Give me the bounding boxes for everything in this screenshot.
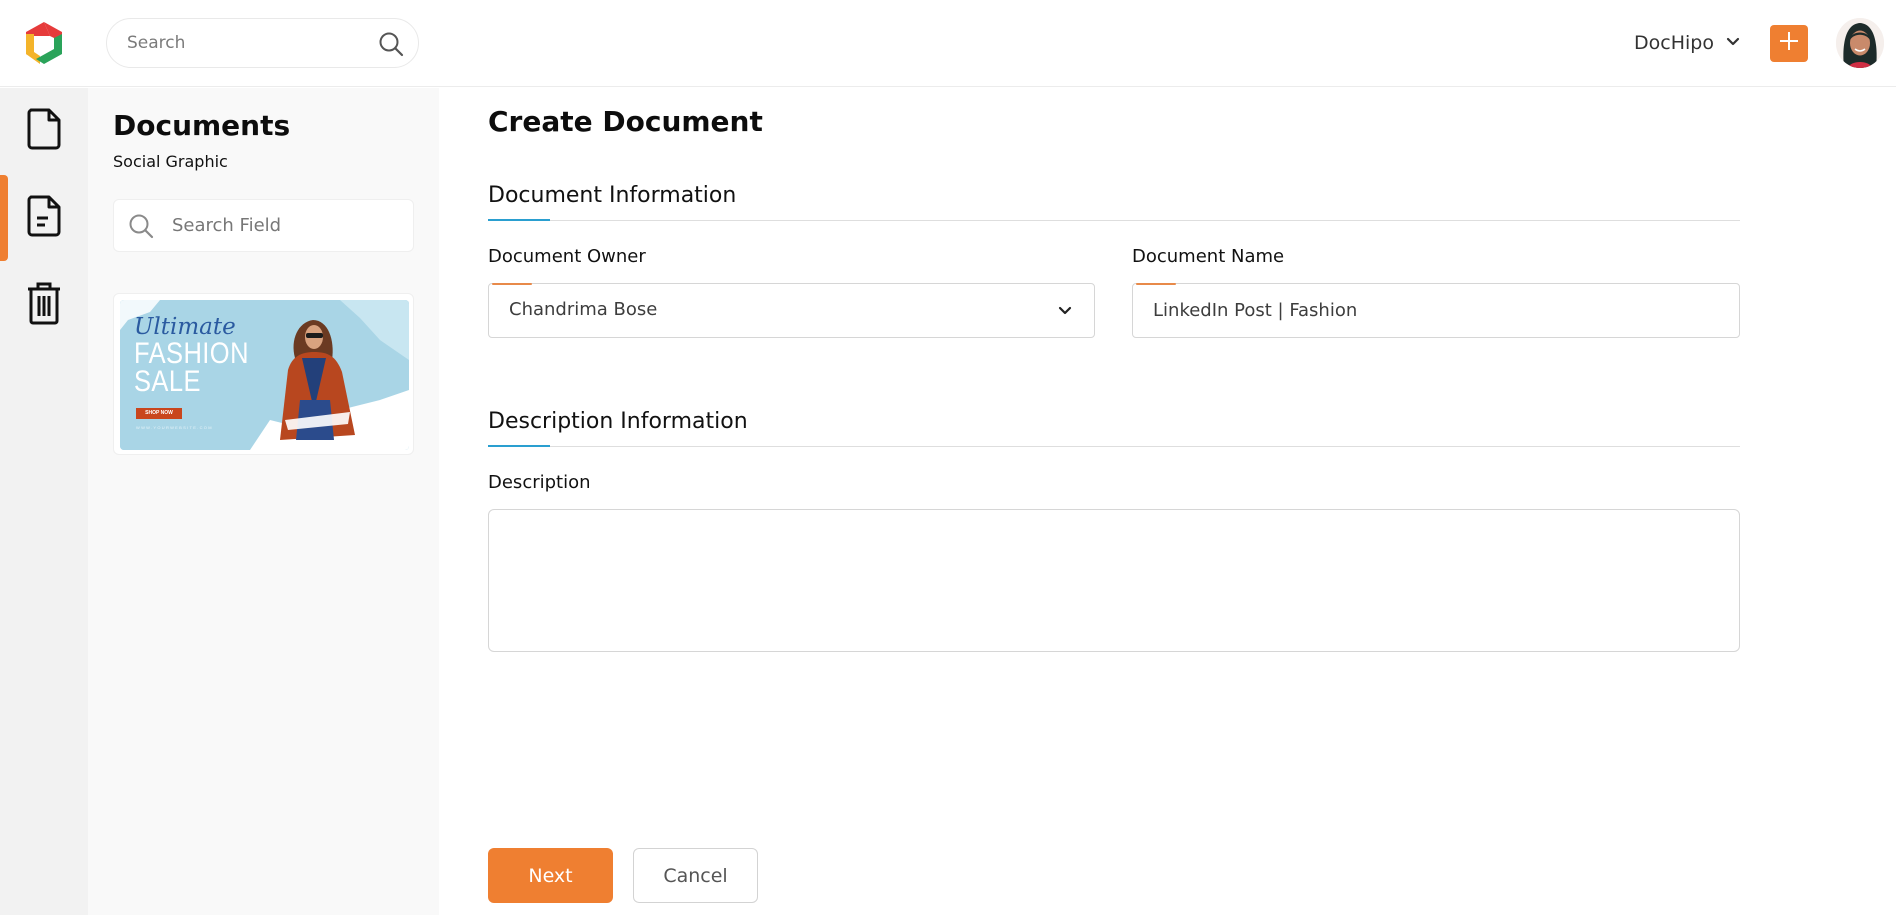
description-textarea[interactable] <box>489 510 1739 651</box>
search-icon[interactable] <box>378 31 404 57</box>
create-document-form: Create Document Document Information Doc… <box>440 88 1896 915</box>
rail-item-documents[interactable] <box>0 88 88 174</box>
description-label: Description <box>488 472 591 493</box>
account-name: DocHipo <box>1634 32 1714 54</box>
file-text-icon <box>26 195 62 242</box>
next-button[interactable]: Next <box>488 848 613 903</box>
section-heading: Document Information <box>488 183 737 208</box>
document-thumbnail-card[interactable]: Ultimate FASHION SALE SHOP NOW WWW.YOURW… <box>113 293 414 455</box>
thumbnail-url: WWW.YOURWEBSITE.COM <box>136 425 213 430</box>
global-search-input[interactable] <box>127 19 367 67</box>
chevron-down-icon <box>1058 304 1072 318</box>
thumbnail-cta: SHOP NOW <box>136 408 182 419</box>
section-document-information: Document Information <box>488 181 1740 221</box>
search-icon <box>128 213 154 239</box>
plus-icon <box>1779 31 1799 56</box>
section-heading: Description Information <box>488 409 748 434</box>
description-field <box>488 509 1740 652</box>
chevron-down-icon <box>1726 34 1740 52</box>
file-icon <box>26 108 62 155</box>
page-title: Create Document <box>488 105 763 138</box>
document-owner-value: Chandrima Bose <box>509 299 658 320</box>
user-avatar[interactable] <box>1836 18 1884 68</box>
thumbnail-headline: FASHION SALE <box>134 337 249 398</box>
document-owner-label: Document Owner <box>488 246 646 267</box>
documents-panel: Documents Social Graphic Ultimate <box>88 88 439 915</box>
account-menu[interactable]: DocHipo <box>1634 28 1740 58</box>
document-thumbnail: Ultimate FASHION SALE SHOP NOW WWW.YOURW… <box>120 300 409 450</box>
dochipo-logo-icon[interactable] <box>22 20 66 66</box>
add-button[interactable] <box>1770 25 1808 62</box>
global-search <box>106 18 419 68</box>
document-name-label: Document Name <box>1132 246 1285 267</box>
top-bar: DocHipo <box>0 0 1896 87</box>
thumbnail-headline-line1: FASHION <box>134 337 249 370</box>
section-description-information: Description Information <box>488 407 1740 447</box>
documents-title: Documents <box>113 109 291 142</box>
document-owner-select[interactable]: Chandrima Bose <box>488 283 1095 338</box>
rail-item-trash[interactable] <box>0 262 88 348</box>
thumbnail-headline-line2: SALE <box>134 365 201 398</box>
cancel-button[interactable]: Cancel <box>633 848 758 903</box>
rail-item-document-details[interactable] <box>0 175 88 261</box>
document-name-field <box>1132 283 1740 338</box>
trash-icon <box>26 281 62 330</box>
left-rail <box>0 88 88 915</box>
field-search <box>113 199 414 252</box>
field-search-input[interactable] <box>172 200 402 251</box>
documents-subtitle: Social Graphic <box>113 152 228 171</box>
document-name-input[interactable] <box>1153 284 1713 337</box>
